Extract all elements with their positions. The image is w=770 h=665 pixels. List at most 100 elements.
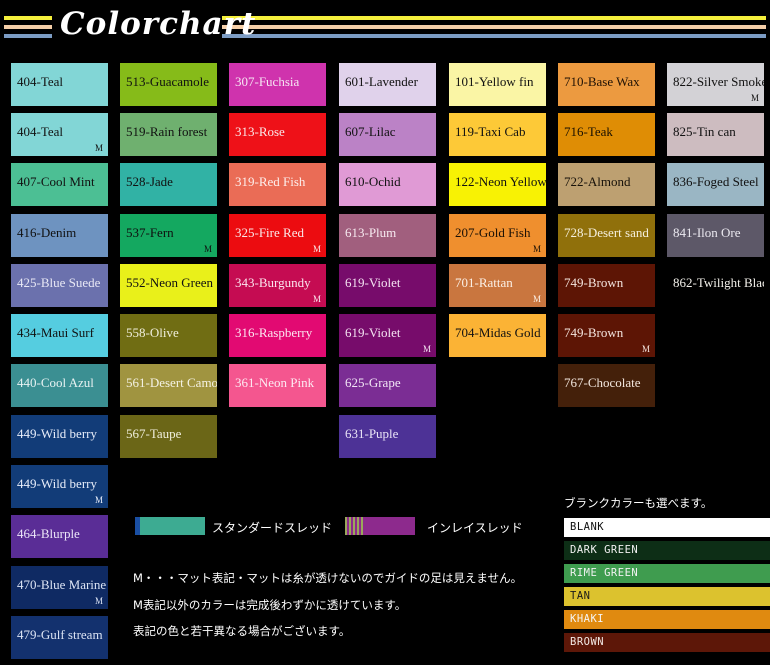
color-swatch[interactable]: 862-Twilight Black (667, 264, 764, 307)
color-swatch[interactable]: 567-Taupe (120, 415, 217, 458)
color-swatch[interactable]: 716-Teak (558, 113, 655, 156)
color-swatch[interactable]: 319-Red Fish (229, 163, 326, 206)
color-swatch[interactable]: 404-Teal M (11, 113, 108, 156)
color-swatch[interactable]: 416-Denim (11, 214, 108, 257)
standard-thread-sample (135, 517, 205, 535)
matte-marker: M (312, 294, 321, 304)
color-swatch-label: 537-Fern (126, 225, 174, 240)
blank-color-option-label: TAN (570, 590, 591, 602)
color-swatch-label: 561-Desert Camo (126, 375, 217, 390)
color-swatch[interactable]: 404-Teal (11, 63, 108, 106)
color-swatch[interactable]: 528-Jade (120, 163, 217, 206)
color-swatch-label: 619-Violet (345, 325, 401, 340)
blank-color-option[interactable]: TAN (564, 587, 770, 606)
matte-marker: M (641, 344, 650, 354)
color-swatch[interactable]: 425-Blue Suede (11, 264, 108, 307)
color-swatch[interactable]: 440-Cool Azul (11, 364, 108, 407)
color-swatch[interactable]: 613-Plum (339, 214, 436, 257)
color-swatch[interactable]: 316-Raspberry (229, 314, 326, 357)
color-swatch-label: 552-Neon Green (126, 275, 213, 290)
color-swatch[interactable]: 825-Tin can (667, 113, 764, 156)
thread-type-legend: スタンダードスレッド インレイスレッド (0, 505, 545, 550)
color-swatch[interactable]: 625-Grape (339, 364, 436, 407)
color-swatch[interactable]: 552-Neon Green (120, 264, 217, 307)
blank-color-option[interactable]: RIME GREEN (564, 564, 770, 583)
footnotes: M・・・マット表記・マットは糸が透けないのでガイドの足は見えません。 M表記以外… (133, 572, 553, 652)
color-swatch[interactable]: 479-Gulf stream (11, 616, 108, 659)
color-swatch-label: 613-Plum (345, 225, 397, 240)
color-swatch[interactable]: 841-Ilon Ore (667, 214, 764, 257)
color-swatch[interactable]: 607-Lilac (339, 113, 436, 156)
color-swatch[interactable]: 513-Guacamole (120, 63, 217, 106)
color-swatch[interactable]: 767-Chocolate (558, 364, 655, 407)
color-swatch-label: 767-Chocolate (564, 375, 641, 390)
steel-blue-rule (4, 34, 52, 38)
color-swatch[interactable]: 704-Midas Gold (449, 314, 546, 357)
color-swatch[interactable]: 470-Blue Marine M (11, 566, 108, 609)
color-swatch[interactable]: 619-Violet (339, 264, 436, 307)
blank-color-option[interactable]: KHAKI (564, 610, 770, 629)
color-swatch[interactable]: 701-Rattan M (449, 264, 546, 307)
color-swatch[interactable]: 619-Violet M (339, 314, 436, 357)
color-swatch[interactable]: 307-Fuchsia (229, 63, 326, 106)
blank-color-option-label: KHAKI (570, 613, 605, 625)
color-swatch-label: 325-Fire Red (235, 225, 304, 240)
color-swatch-label: 631-Puple (345, 426, 399, 441)
blank-color-option-label: BLANK (570, 521, 605, 533)
steel-blue-rule (222, 34, 766, 38)
color-swatch[interactable]: 537-Fern M (120, 214, 217, 257)
color-swatch-label: 434-Maui Surf (17, 325, 94, 340)
color-swatch-label: 404-Teal (17, 74, 64, 89)
color-swatch-label: 749-Brown (564, 275, 624, 290)
color-swatch-label: 513-Guacamole (126, 74, 210, 89)
color-swatch-label: 122-Neon Yellow (455, 174, 546, 189)
color-swatch-label: 722-Almond (564, 174, 631, 189)
color-swatch[interactable]: 728-Desert sand (558, 214, 655, 257)
color-swatch[interactable]: 361-Neon Pink (229, 364, 326, 407)
matte-marker: M (312, 244, 321, 254)
color-swatch-label: 479-Gulf stream (17, 627, 103, 642)
color-swatch-label: 343-Burgundy (235, 275, 311, 290)
blank-color-option[interactable]: BLANK (564, 518, 770, 537)
color-swatch[interactable]: 722-Almond (558, 163, 655, 206)
color-swatch[interactable]: 434-Maui Surf (11, 314, 108, 357)
color-swatch[interactable]: 749-Brown M (558, 314, 655, 357)
color-swatch[interactable]: 558-Olive (120, 314, 217, 357)
footnote-line: 表記の色と若干異なる場合がございます。 (133, 624, 351, 639)
color-swatch[interactable]: 519-Rain forest (120, 113, 217, 156)
color-swatch[interactable]: 343-Burgundy M (229, 264, 326, 307)
color-swatch[interactable]: 449-Wild berry M (11, 465, 108, 508)
color-swatch[interactable]: 822-Silver Smoke M (667, 63, 764, 106)
color-swatch[interactable]: 449-Wild berry (11, 415, 108, 458)
header-rules-right (222, 16, 766, 43)
color-swatch-label: 207-Gold Fish (455, 225, 531, 240)
blank-color-option-label: BROWN (570, 636, 605, 648)
blank-color-option[interactable]: DARK GREEN (564, 541, 770, 560)
color-swatch-label: 449-Wild berry (17, 476, 97, 491)
color-swatch[interactable]: 325-Fire Red M (229, 214, 326, 257)
color-swatch[interactable]: 407-Cool Mint (11, 163, 108, 206)
color-swatch[interactable]: 207-Gold Fish M (449, 214, 546, 257)
color-swatch-label: 316-Raspberry (235, 325, 313, 340)
color-swatch[interactable]: 710-Base Wax (558, 63, 655, 106)
color-swatch[interactable]: 119-Taxi Cab (449, 113, 546, 156)
matte-marker: M (532, 244, 541, 254)
color-swatch[interactable]: 836-Foged Steel (667, 163, 764, 206)
color-swatch[interactable]: 601-Lavender (339, 63, 436, 106)
color-swatch[interactable]: 631-Puple (339, 415, 436, 458)
color-swatch-label: 119-Taxi Cab (455, 124, 526, 139)
footnote-line: M・・・マット表記・マットは糸が透けないのでガイドの足は見えません。 (133, 571, 523, 585)
color-swatch-label: 425-Blue Suede (17, 275, 101, 290)
color-swatch-label: 307-Fuchsia (235, 74, 300, 89)
blank-color-option[interactable]: BROWN (564, 633, 770, 652)
matte-marker: M (94, 495, 103, 505)
color-swatch-label: 728-Desert sand (564, 225, 649, 240)
peach-rule (4, 25, 52, 29)
color-swatch[interactable]: 561-Desert Camo (120, 364, 217, 407)
color-swatch[interactable]: 101-Yellow fin (449, 63, 546, 106)
color-swatch[interactable]: 749-Brown (558, 264, 655, 307)
color-swatch[interactable]: 122-Neon Yellow (449, 163, 546, 206)
color-swatch[interactable]: 610-Ochid (339, 163, 436, 206)
color-swatch-label: 610-Ochid (345, 174, 401, 189)
color-swatch[interactable]: 313-Rose (229, 113, 326, 156)
